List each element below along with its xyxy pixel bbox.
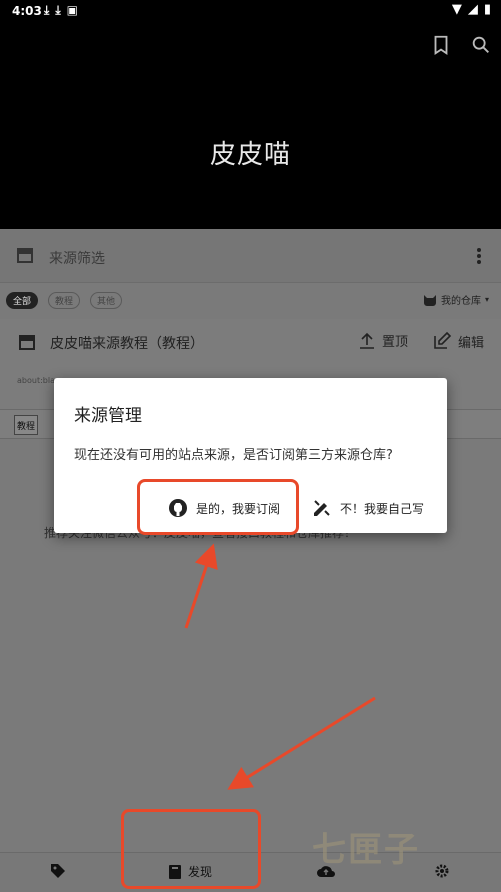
watermark-logo: 七匣子 [312,830,420,870]
arrow-to-discover [227,696,376,790]
annotation-arrows [184,543,376,790]
arrow-to-subscribe [184,543,218,629]
